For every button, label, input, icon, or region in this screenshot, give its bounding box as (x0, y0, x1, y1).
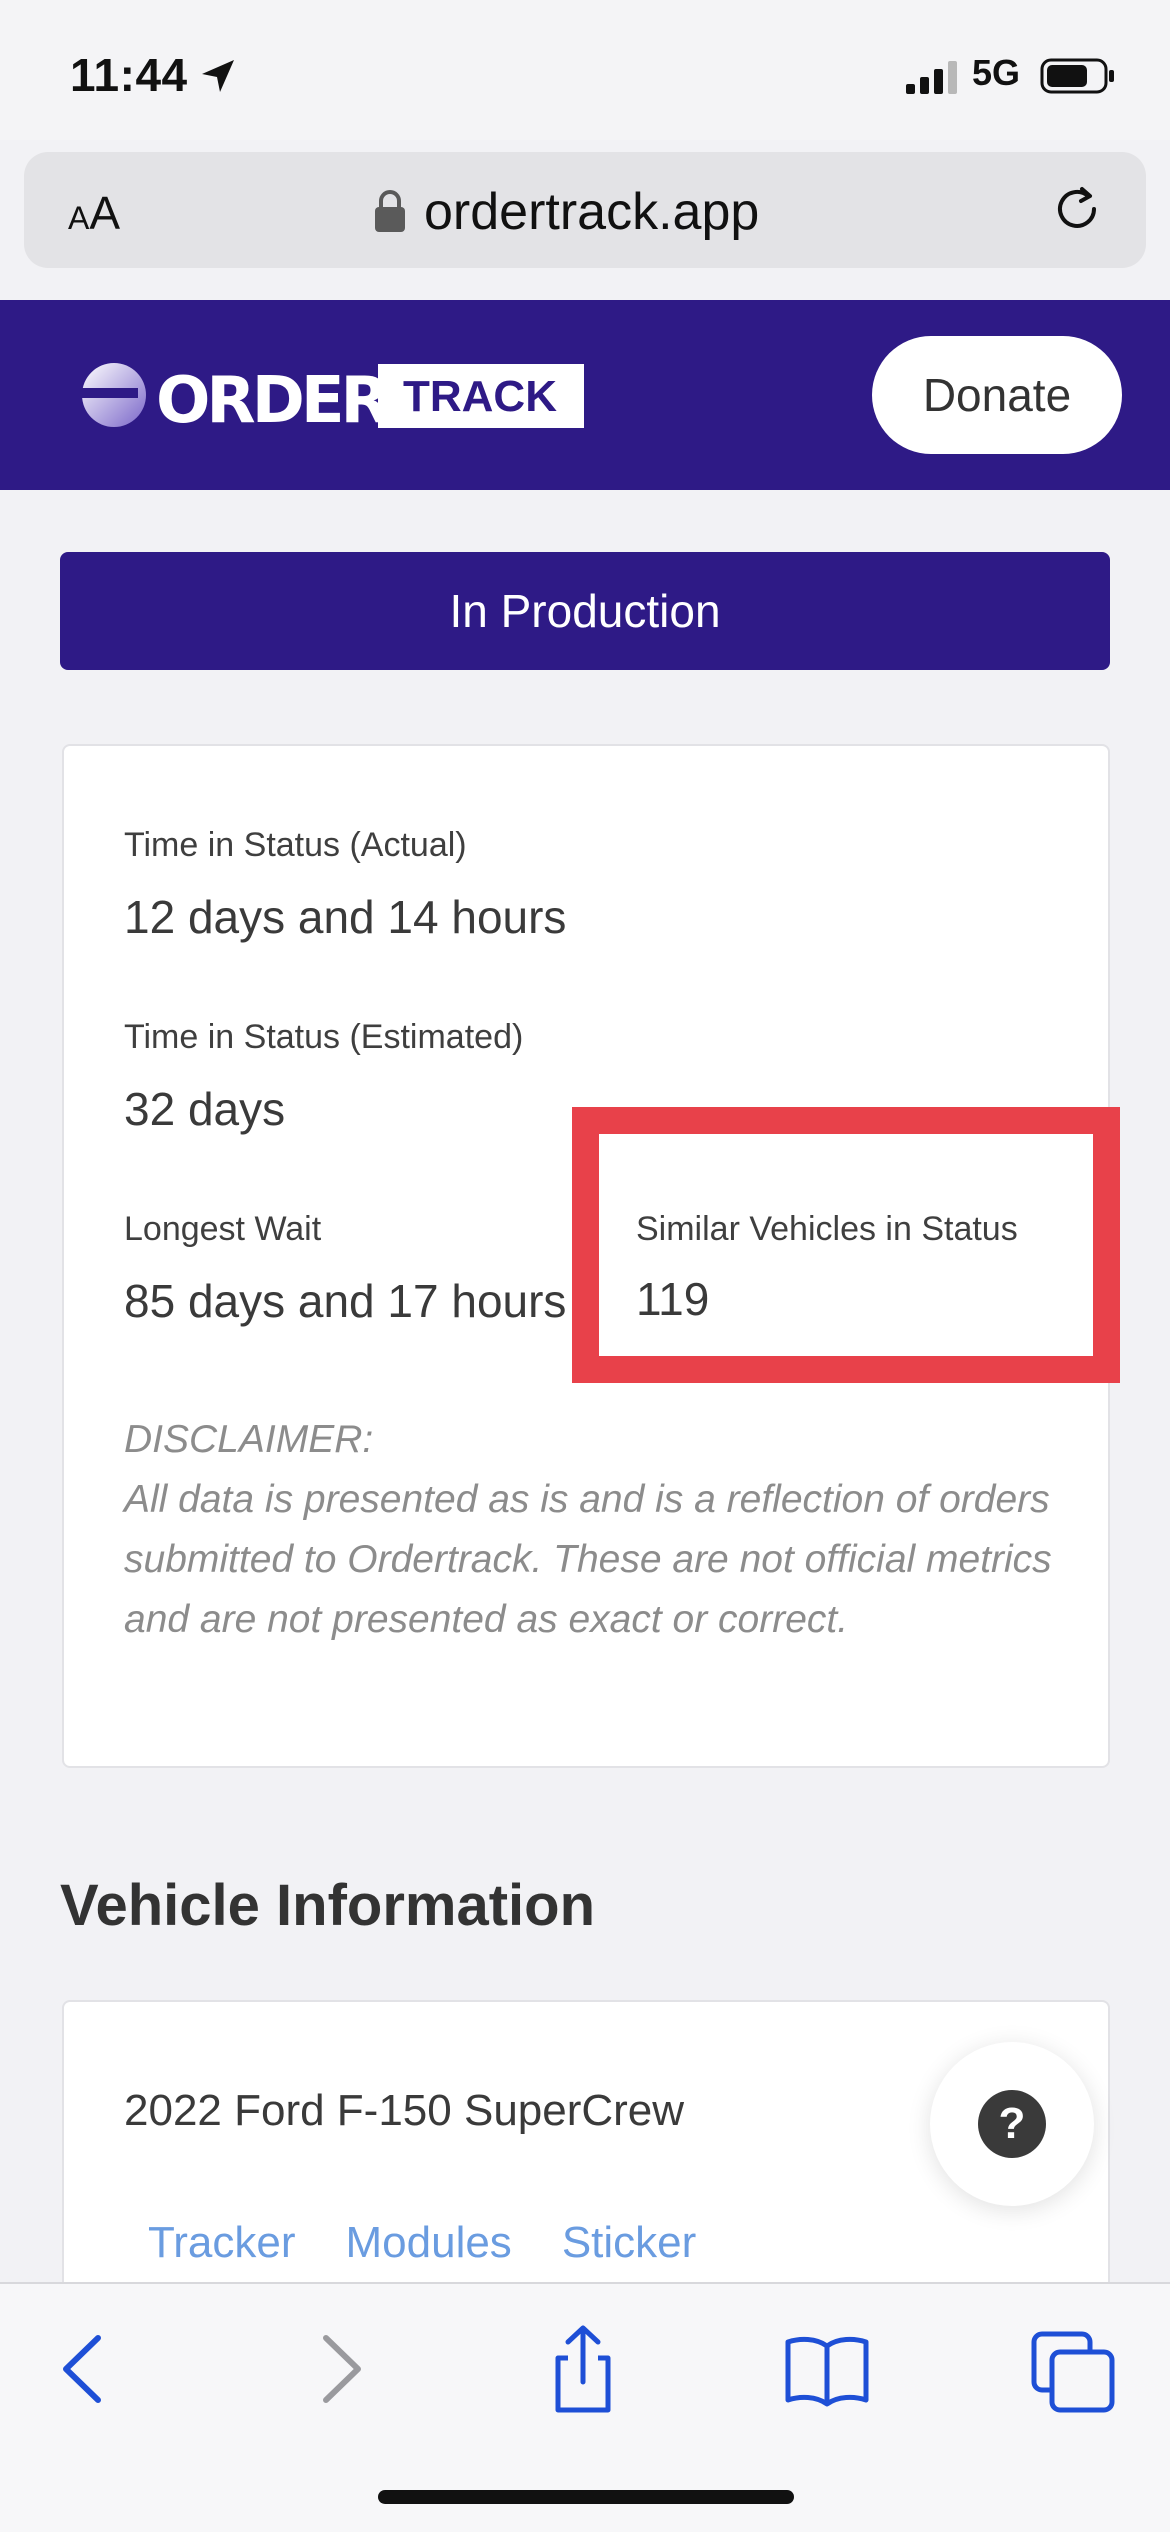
estimated-time-label: Time in Status (Estimated) (124, 1018, 524, 1056)
disclaimer-heading: DISCLAIMER: (124, 1418, 374, 1461)
text-size-button[interactable]: AA (68, 186, 120, 240)
svg-text:TRACK: TRACK (403, 372, 557, 421)
home-indicator (378, 2490, 794, 2504)
donate-button[interactable]: Donate (872, 336, 1122, 454)
estimated-time-value: 32 days (124, 1083, 286, 1135)
bookmarks-icon[interactable] (782, 2324, 872, 2414)
location-arrow-icon (202, 60, 234, 92)
disclaimer: DISCLAIMER: All data is presented as is … (124, 1410, 1084, 1650)
network-type: 5G (972, 52, 1021, 93)
lock-icon (375, 190, 405, 232)
help-button[interactable]: ? (930, 2042, 1094, 2206)
similar-vehicles-value: 119 (636, 1273, 710, 1325)
tab-modules[interactable]: Modules (346, 2218, 512, 2268)
similar-vehicles-label: Similar Vehicles in Status (636, 1210, 1018, 1248)
vehicle-section-title: Vehicle Information (60, 1873, 595, 1938)
url-text[interactable]: ordertrack.app (424, 182, 759, 242)
reload-icon[interactable] (1048, 180, 1106, 238)
tab-tracker[interactable]: Tracker (148, 2218, 296, 2268)
back-icon[interactable] (40, 2324, 130, 2414)
forward-icon[interactable] (294, 2324, 384, 2414)
ordertrack-logo[interactable]: ORDER TRACK (82, 358, 584, 432)
tabs-icon[interactable] (1030, 2324, 1120, 2414)
battery-icon (1040, 58, 1114, 94)
tab-sticker[interactable]: Sticker (562, 2218, 696, 2268)
share-icon[interactable] (538, 2324, 628, 2414)
longest-wait-value: 85 days and 17 hours (124, 1275, 567, 1327)
clock-time: 11:44 (70, 49, 188, 101)
status-banner: In Production (60, 552, 1110, 670)
vehicle-tabs: Tracker Modules Sticker (148, 2218, 696, 2268)
actual-time-label: Time in Status (Actual) (124, 826, 467, 864)
ios-status-bar: 11:44 5G (0, 0, 1170, 140)
svg-text:ORDER: ORDER (156, 364, 389, 432)
cellular-signal-icon (906, 61, 957, 94)
page: 11:44 5G AA ordertrack.app ORDER TRACK D… (0, 0, 1170, 2532)
longest-wait-label: Longest Wait (124, 1210, 322, 1248)
actual-time-value: 12 days and 14 hours (124, 891, 567, 943)
vehicle-name: 2022 Ford F-150 SuperCrew (124, 2086, 685, 2135)
site-header: ORDER TRACK Donate (0, 300, 1170, 490)
disclaimer-text: All data is presented as is and is a ref… (124, 1478, 1052, 1641)
address-bar[interactable]: AA ordertrack.app (24, 152, 1146, 268)
help-icon: ? (978, 2090, 1046, 2158)
